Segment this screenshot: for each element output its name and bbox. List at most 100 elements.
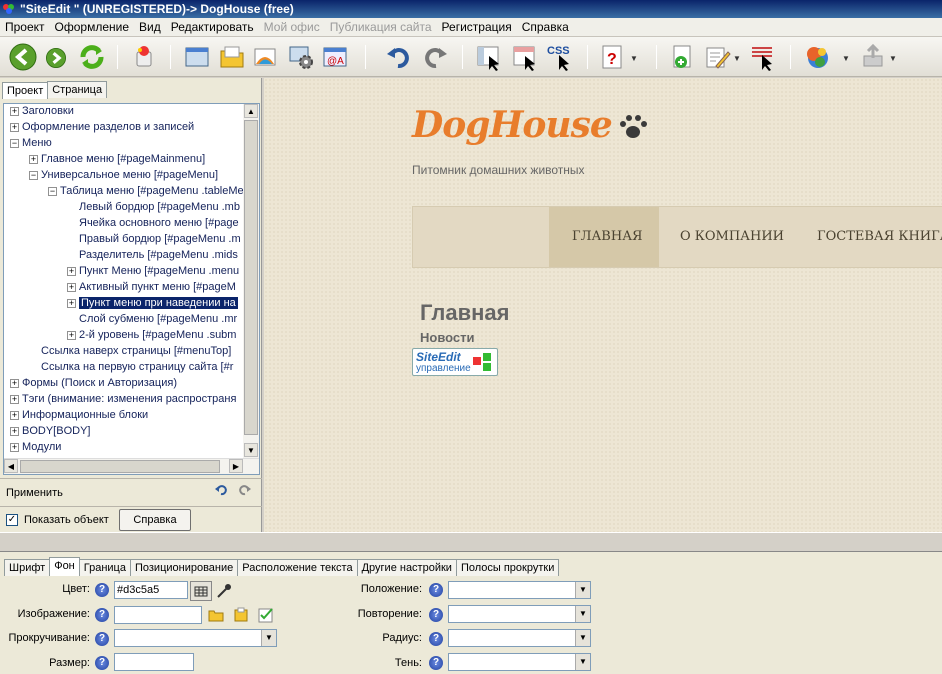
collapse-icon[interactable]: − <box>48 186 57 196</box>
tree-item[interactable]: Слой субменю [#pageMenu .mr <box>67 311 237 327</box>
css-icon[interactable]: CSS <box>545 42 575 72</box>
chevron-down-icon[interactable]: ▼ <box>575 582 590 598</box>
expand-icon[interactable]: + <box>10 426 19 436</box>
image-field[interactable] <box>114 606 202 624</box>
nav-guestbook[interactable]: ГОСТЕВАЯ КНИГА <box>817 207 942 267</box>
property-tab[interactable]: Граница <box>78 559 131 576</box>
help-icon[interactable]: ? <box>429 608 443 622</box>
property-tab[interactable]: Шрифт <box>4 559 51 576</box>
window-icon[interactable] <box>182 42 212 72</box>
position-select[interactable]: ▼ <box>448 581 591 599</box>
show-object-checkbox[interactable]: ✓ <box>6 514 18 526</box>
tree-item[interactable]: − Меню <box>10 135 52 151</box>
tree-item[interactable]: +2-й уровень [#pageMenu .subm <box>67 327 236 343</box>
edit-page-icon[interactable] <box>702 42 732 72</box>
help-icon[interactable]: ? <box>95 608 109 622</box>
forward-icon[interactable] <box>44 46 68 70</box>
chevron-down-icon[interactable]: ▼ <box>575 654 590 670</box>
eyedropper-icon[interactable] <box>216 583 232 599</box>
help-icon[interactable]: ? <box>429 632 443 646</box>
tree-item[interactable]: Ячейка основного меню [#page <box>67 215 239 231</box>
expand-icon[interactable]: + <box>67 266 76 276</box>
tab-project[interactable]: Проект <box>2 82 49 99</box>
tree-item[interactable]: Ссылка наверх страницы [#menuTop] <box>29 343 231 359</box>
news-heading[interactable]: Новости <box>420 330 475 345</box>
property-tab[interactable]: Другие настройки <box>356 559 457 576</box>
menu-item[interactable]: Мой офис <box>259 18 325 37</box>
shadow-select[interactable]: ▼ <box>448 653 591 671</box>
browser-icon[interactable] <box>802 42 832 72</box>
chevron-down-icon[interactable]: ▼ <box>261 630 276 646</box>
property-tab[interactable]: Позиционирование <box>129 559 239 576</box>
help-icon[interactable]: ? <box>429 656 443 670</box>
help-icon[interactable]: ? <box>95 632 109 646</box>
browser-dropdown-icon[interactable]: ▼ <box>842 54 850 63</box>
nav-about[interactable]: О КОМПАНИИ <box>680 207 784 267</box>
expand-icon[interactable]: + <box>10 442 19 452</box>
layout-select-icon[interactable] <box>474 42 504 72</box>
size-field[interactable] <box>114 653 194 671</box>
edit-dropdown-icon[interactable]: ▼ <box>733 54 741 63</box>
tab-page[interactable]: Страница <box>47 81 108 98</box>
tree-item[interactable]: + Модули <box>10 439 61 455</box>
image-library-icon[interactable] <box>232 606 250 624</box>
scroll-down-icon[interactable]: ▼ <box>244 443 258 457</box>
expand-icon[interactable]: + <box>67 282 76 292</box>
scroll-thumb[interactable] <box>244 120 258 435</box>
nav-home[interactable]: ГЛАВНАЯ <box>549 207 659 267</box>
image-gallery-icon[interactable] <box>250 42 280 72</box>
tree-item[interactable]: + Заголовки <box>10 104 74 119</box>
scroll-left-icon[interactable]: ◀ <box>4 459 18 473</box>
tree-item[interactable]: + Главное меню [#pageMainmenu] <box>29 151 205 167</box>
apply-redo-icon[interactable] <box>238 483 252 497</box>
chevron-down-icon[interactable]: ▼ <box>575 630 590 646</box>
siteedit-manage-badge[interactable]: SiteEdit управление <box>412 348 498 376</box>
help-dropdown-icon[interactable]: ▼ <box>630 54 638 63</box>
scroll-select[interactable]: ▼ <box>114 629 277 647</box>
property-tab[interactable]: Фон <box>49 557 80 576</box>
layout-edit-icon[interactable] <box>510 42 540 72</box>
expand-icon[interactable]: + <box>10 122 19 132</box>
apply-undo-icon[interactable] <box>214 483 228 497</box>
property-tab[interactable]: Полосы прокрутки <box>455 559 560 576</box>
tree-vertical-scrollbar[interactable]: ▲ ▼ <box>243 104 259 459</box>
expand-icon[interactable]: + <box>10 410 19 420</box>
tree-item[interactable]: Правый бордюр [#pageMenu .m <box>67 231 241 247</box>
tree-horizontal-scrollbar[interactable]: ◀ ▶ <box>4 458 259 474</box>
menu-item[interactable]: Справка <box>517 18 574 37</box>
menu-item[interactable]: Оформление <box>50 18 134 37</box>
redo-icon[interactable] <box>420 42 450 72</box>
menu-item[interactable]: Вид <box>134 18 166 37</box>
tree-item[interactable]: − Таблица меню [#pageMenu .tableMe <box>48 183 244 199</box>
help-icon[interactable]: ? <box>95 583 109 597</box>
tree-item[interactable]: Разделитель [#pageMenu .mids <box>67 247 238 263</box>
back-icon[interactable] <box>8 42 38 72</box>
help-icon[interactable]: ? <box>95 656 109 670</box>
tree-item[interactable]: + Пункт Меню [#pageMenu .menu <box>67 263 239 279</box>
tree-item[interactable]: + Оформление разделов и записей <box>10 119 194 135</box>
open-folder-icon[interactable] <box>207 606 225 624</box>
menu-item[interactable]: Публикация сайта <box>325 18 437 37</box>
tree-item[interactable]: Ссылка на первую страницу сайта [#r <box>29 359 233 375</box>
expand-icon[interactable]: + <box>67 330 76 340</box>
help-page-icon[interactable]: ? <box>597 42 627 72</box>
tree-item[interactable]: + Формы (Поиск и Авторизация) <box>10 375 177 391</box>
collapse-icon[interactable]: − <box>10 138 19 148</box>
property-tab[interactable]: Расположение текста <box>237 559 358 576</box>
scroll-up-icon[interactable]: ▲ <box>244 104 258 118</box>
bucket-icon[interactable] <box>129 42 159 72</box>
edit-check-icon[interactable] <box>257 606 275 624</box>
expand-icon[interactable]: + <box>67 298 76 308</box>
tree-item[interactable]: − Универсальное меню [#pageMenu] <box>29 167 218 183</box>
add-page-icon[interactable] <box>667 42 697 72</box>
expand-icon[interactable]: + <box>10 378 19 388</box>
help-icon[interactable]: ? <box>429 583 443 597</box>
menu-item[interactable]: Регистрация <box>437 18 517 37</box>
publish-dropdown-icon[interactable]: ▼ <box>889 54 897 63</box>
radius-select[interactable]: ▼ <box>448 629 591 647</box>
scroll-right-icon[interactable]: ▶ <box>229 459 243 473</box>
undo-icon[interactable] <box>384 42 414 72</box>
email-link-icon[interactable]: @A <box>320 42 350 72</box>
chevron-down-icon[interactable]: ▼ <box>575 606 590 622</box>
hscroll-thumb[interactable] <box>20 460 220 473</box>
